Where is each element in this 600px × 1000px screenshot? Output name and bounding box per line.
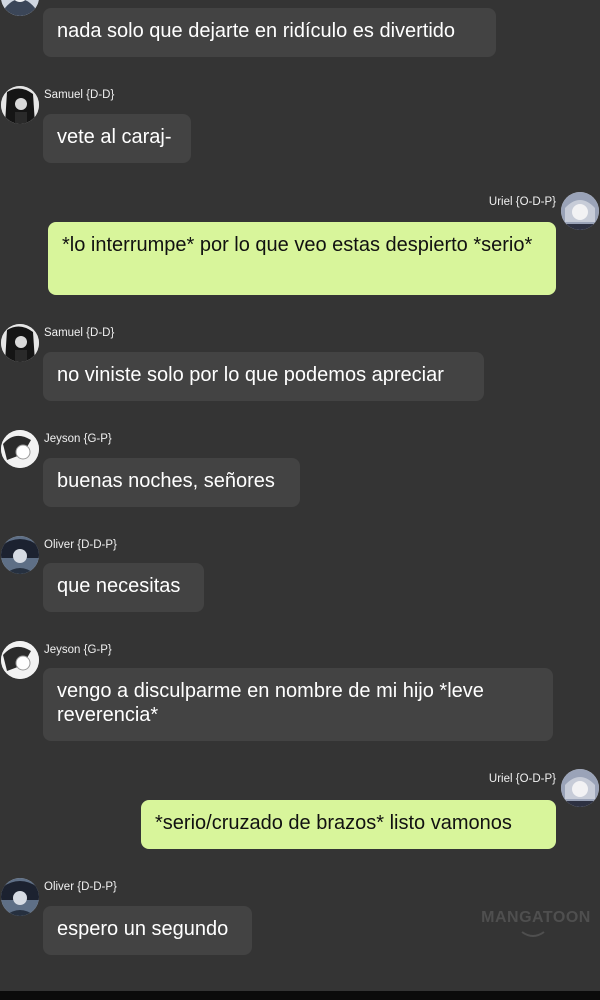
samuel-avatar-icon[interactable]: [1, 324, 39, 362]
bottom-edge-bar: [0, 991, 600, 1000]
message-text: no viniste solo por lo que podemos aprec…: [57, 364, 444, 386]
chat-transcript: nada solo que dejarte en ridículo es div…: [0, 0, 600, 1000]
oliver-avatar-icon[interactable]: [1, 536, 39, 574]
uriel-avatar-icon[interactable]: [561, 192, 599, 230]
message-bubble[interactable]: buenas noches, señores: [43, 458, 300, 507]
message-bubble[interactable]: vete al caraj-: [43, 114, 191, 163]
samuel-avatar-icon[interactable]: [1, 86, 39, 124]
message-text: buenas noches, señores: [57, 470, 275, 492]
message-bubble[interactable]: *serio/cruzado de brazos* listo vamonos: [141, 800, 556, 849]
oliver-avatar-icon[interactable]: [1, 878, 39, 916]
sender-name: Oliver {D-D-P}: [44, 881, 117, 893]
message-text: vete al caraj-: [57, 126, 172, 148]
sender-name: Samuel {D-D}: [44, 327, 115, 339]
message-text: vengo a disculparme en nombre de mi hijo…: [57, 680, 484, 726]
message-bubble[interactable]: nada solo que dejarte en ridículo es div…: [43, 8, 496, 57]
sender-name: Uriel {O-D-P}: [488, 773, 556, 785]
message-text: que necesitas: [57, 575, 181, 597]
uriel-avatar-icon[interactable]: [561, 769, 599, 807]
message-bubble[interactable]: *lo interrumpe* por lo que veo estas des…: [48, 222, 556, 295]
jeyson-avatar-icon[interactable]: [1, 641, 39, 679]
sender-name: Oliver {D-D-P}: [44, 539, 117, 551]
sender-name: Jeyson {G-P}: [44, 433, 112, 445]
sender-name: Uriel {O-D-P}: [488, 196, 556, 208]
character-avatar-icon[interactable]: [1, 0, 39, 16]
watermark-text: MANGATOON: [481, 909, 591, 926]
message-bubble[interactable]: espero un segundo: [43, 906, 252, 955]
message-bubble[interactable]: no viniste solo por lo que podemos aprec…: [43, 352, 484, 401]
message-bubble[interactable]: vengo a disculparme en nombre de mi hijo…: [43, 668, 553, 741]
message-text: *lo interrumpe* por lo que veo estas des…: [62, 234, 533, 256]
message-text: *serio/cruzado de brazos* listo vamonos: [155, 812, 512, 834]
message-text: espero un segundo: [57, 918, 229, 940]
message-bubble[interactable]: que necesitas: [43, 563, 204, 612]
jeyson-avatar-icon[interactable]: [1, 430, 39, 468]
watermark-smile-icon: [521, 931, 545, 937]
message-text: nada solo que dejarte en ridículo es div…: [57, 20, 456, 42]
mangatoon-watermark: MANGATOON: [474, 909, 598, 937]
sender-name: Samuel {D-D}: [44, 89, 115, 101]
sender-name: Jeyson {G-P}: [44, 644, 112, 656]
